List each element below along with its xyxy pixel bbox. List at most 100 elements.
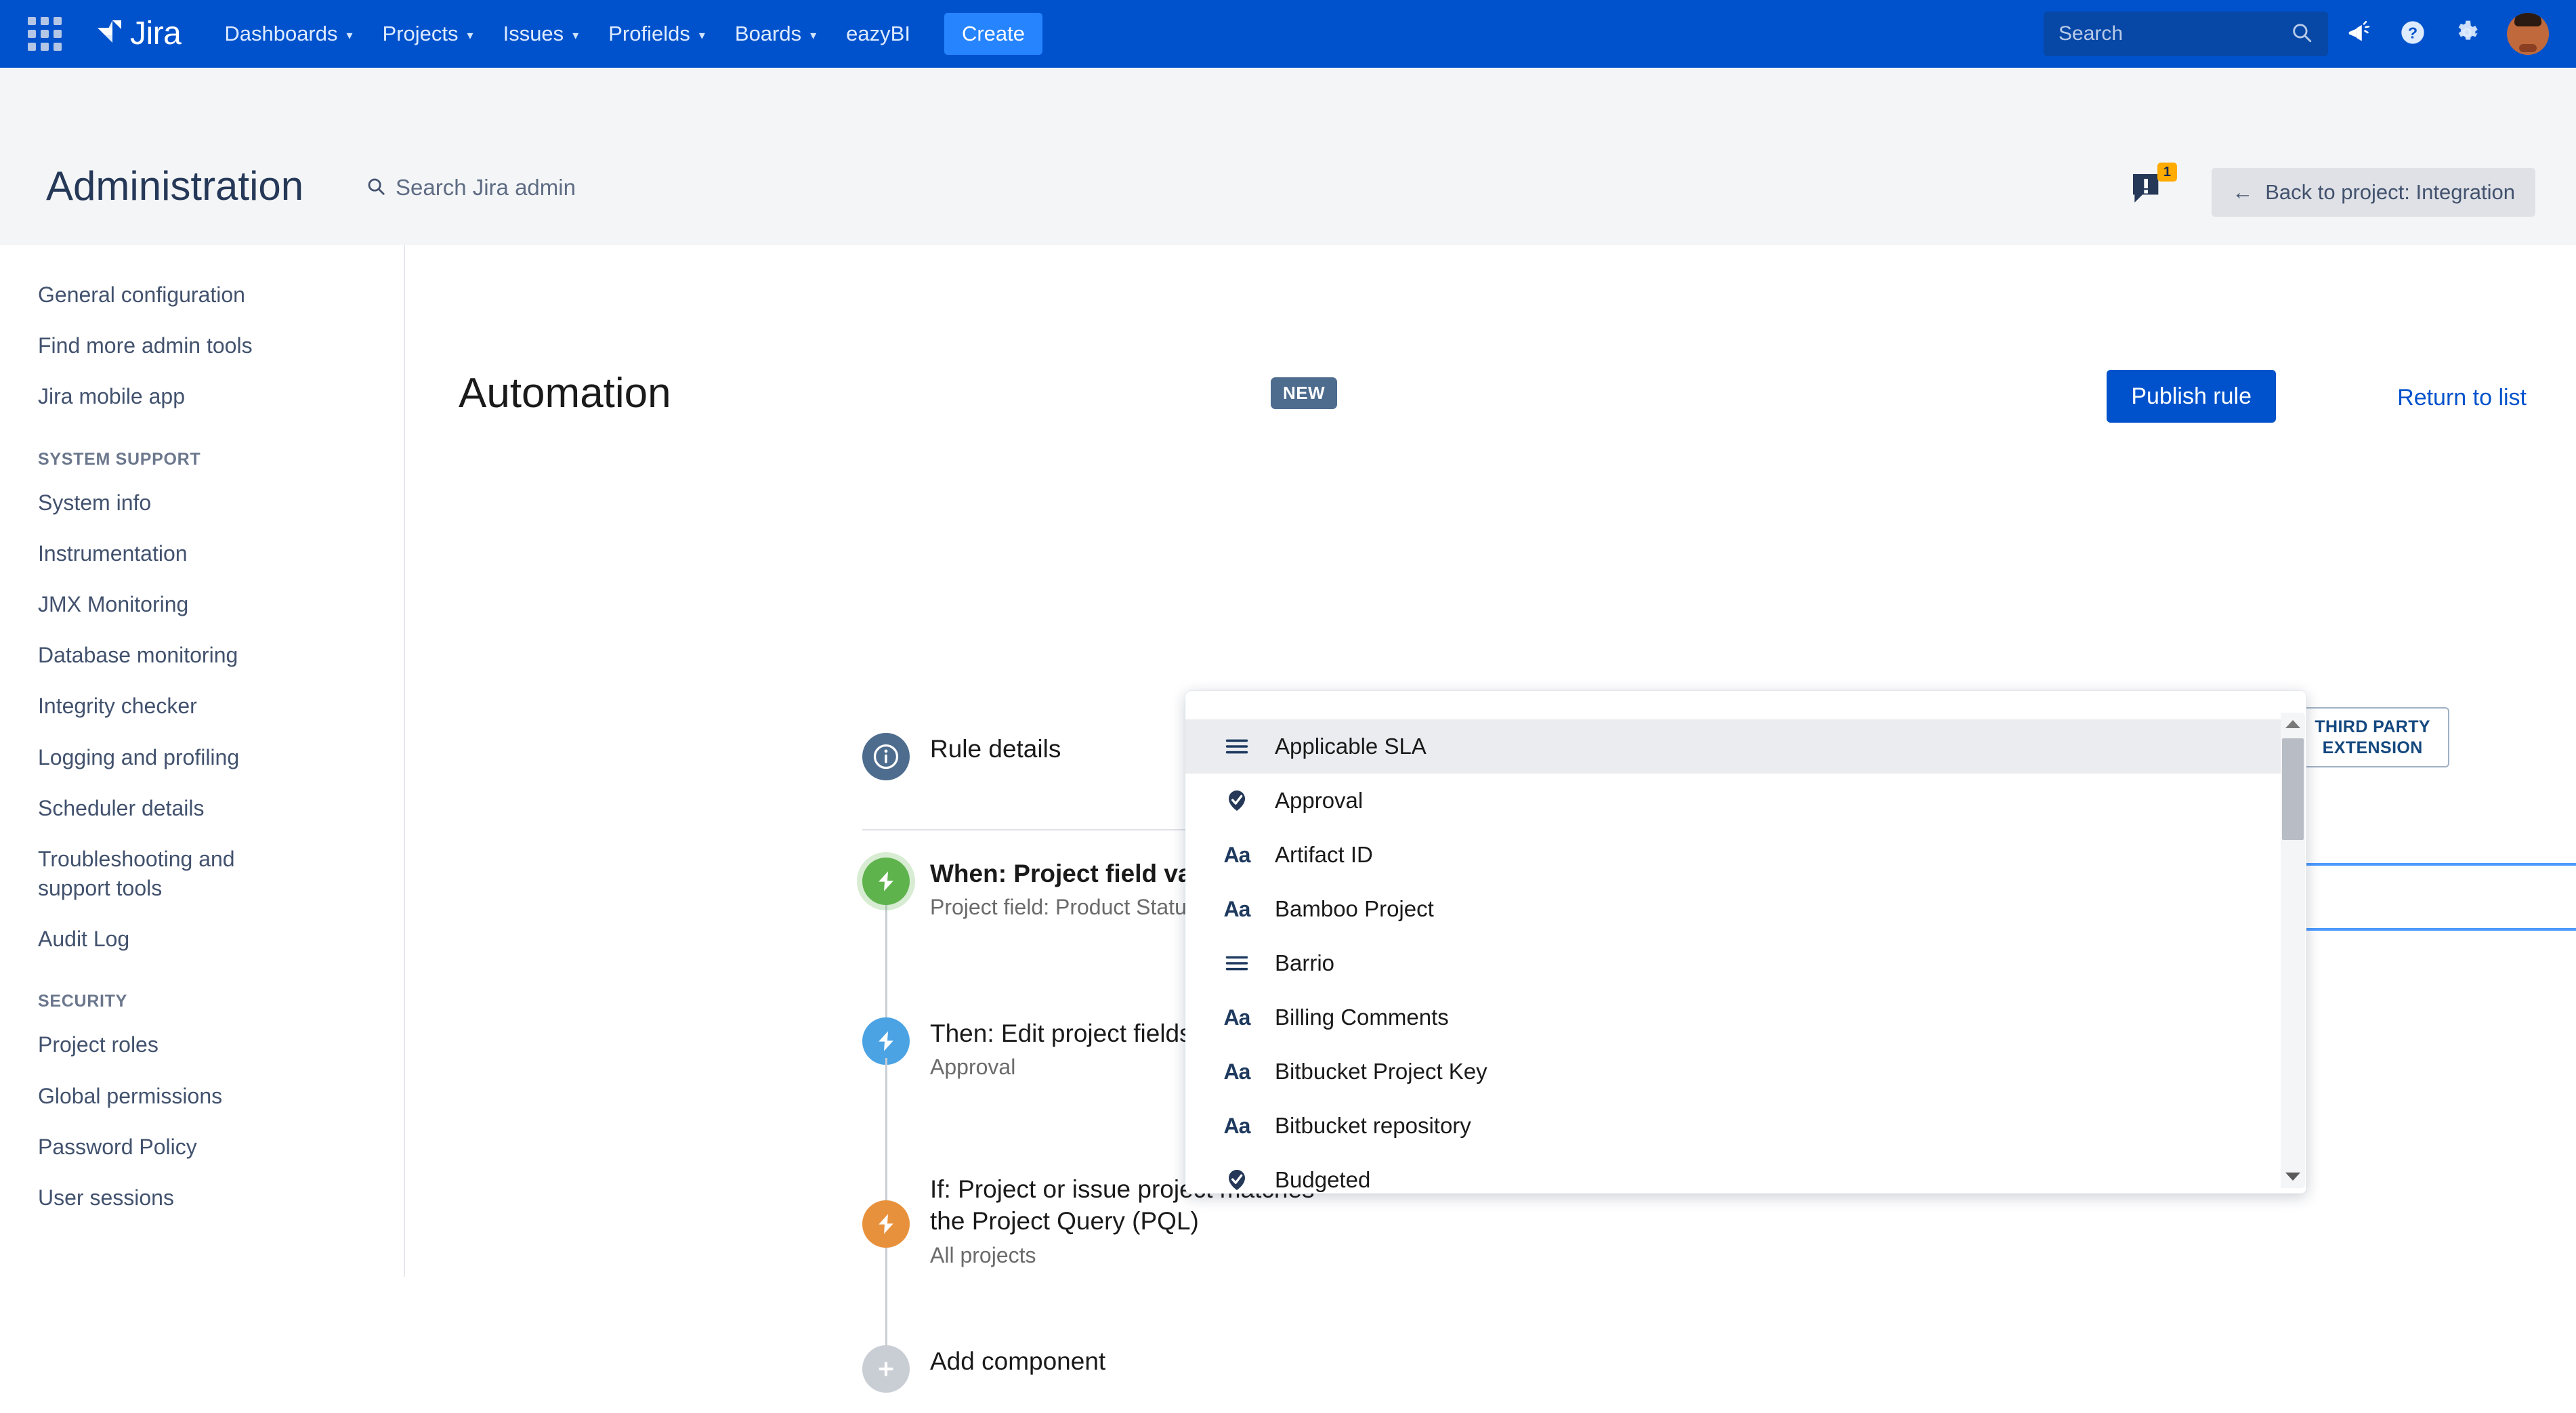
sidebar-item-system-info[interactable]: System info: [0, 478, 404, 528]
notification-count-badge: 1: [2157, 163, 2177, 182]
option-label: Budgeted: [1275, 1167, 1370, 1193]
top-navigation-bar: Jira Dashboards ▾ Projects ▾ Issues ▾ Pr…: [0, 0, 2576, 68]
scroll-up-button[interactable]: [2281, 713, 2305, 736]
sidebar-item-jira-mobile-app[interactable]: Jira mobile app: [0, 371, 404, 422]
back-to-project-button[interactable]: ← Back to project: Integration: [2212, 168, 2535, 217]
info-icon: [862, 733, 910, 780]
admin-header: Administration Search Jira admin 1 ← Bac…: [0, 68, 2576, 245]
option-label: Bitbucket repository: [1275, 1113, 1471, 1139]
text-field-icon: Aa: [1222, 1114, 1252, 1139]
sidebar-item-database-monitoring[interactable]: Database monitoring: [0, 630, 404, 681]
notifications-button[interactable]: 1: [2128, 169, 2166, 211]
rule-step-add-component[interactable]: Add component: [862, 1345, 1404, 1413]
help-button[interactable]: ?: [2389, 10, 2436, 58]
list-field-icon: [1222, 738, 1252, 755]
text-field-icon: Aa: [1222, 1005, 1252, 1030]
nav-item-eazybi[interactable]: eazyBI: [831, 12, 925, 56]
text-field-icon: Aa: [1222, 843, 1252, 868]
sidebar-item-audit-log[interactable]: Audit Log: [0, 914, 404, 965]
feedback-icon: [2128, 198, 2166, 210]
page-title: Administration: [46, 166, 303, 207]
scroll-down-button[interactable]: [2281, 1165, 2305, 1188]
dropdown-option-budgeted[interactable]: Budgeted: [1185, 1153, 2281, 1194]
trigger-icon: [862, 858, 910, 905]
sidebar-item-integrity-checker[interactable]: Integrity checker: [0, 681, 404, 732]
help-icon: ?: [2399, 19, 2426, 49]
scrollbar-thumb[interactable]: [2282, 738, 2304, 840]
settings-button[interactable]: [2443, 10, 2491, 58]
nav-item-profields[interactable]: Profields ▾: [593, 12, 720, 56]
admin-search-link[interactable]: Search Jira admin: [366, 175, 576, 201]
search-placeholder: Search: [2058, 22, 2290, 45]
sidebar-item-scheduler-details[interactable]: Scheduler details: [0, 783, 404, 834]
nav-item-boards[interactable]: Boards ▾: [720, 12, 831, 56]
option-label: Artifact ID: [1275, 842, 1373, 868]
chevron-down-icon: ▾: [347, 28, 353, 43]
arrow-left-icon: ←: [2232, 180, 2253, 205]
dropdown-option-billing-comments[interactable]: Aa Billing Comments: [1185, 990, 2281, 1045]
checkbox-field-icon: [1222, 788, 1252, 813]
chevron-down-icon: ▾: [467, 28, 473, 43]
option-label: Bamboo Project: [1275, 896, 1434, 922]
option-label: Bitbucket Project Key: [1275, 1059, 1487, 1084]
announcements-button[interactable]: [2335, 10, 2382, 58]
sidebar-item-logging-and-profiling[interactable]: Logging and profiling: [0, 732, 404, 783]
step-subtitle: All projects: [930, 1242, 1404, 1270]
dropdown-option-bitbucket-repository[interactable]: Aa Bitbucket repository: [1185, 1099, 2281, 1153]
jira-logo[interactable]: Jira: [92, 18, 181, 50]
create-button[interactable]: Create: [944, 13, 1042, 55]
dropdown-option-barrio[interactable]: Barrio: [1185, 936, 2281, 990]
publish-rule-button[interactable]: Publish rule: [2107, 370, 2276, 423]
badge-line-1: THIRD PARTY: [2315, 717, 2430, 738]
badge-line-2: EXTENSION: [2315, 738, 2430, 759]
app-switcher-icon[interactable]: [26, 15, 64, 53]
chevron-down-icon: ▾: [810, 28, 816, 43]
search-icon: [366, 176, 386, 200]
dropdown-option-approval[interactable]: Approval: [1185, 774, 2281, 828]
nav-label: Boards: [735, 22, 801, 46]
svg-text:?: ?: [2408, 24, 2417, 41]
admin-search-label: Search Jira admin: [396, 175, 576, 201]
sidebar-item-general-configuration[interactable]: General configuration: [0, 270, 404, 320]
option-label: Applicable SLA: [1275, 734, 1427, 759]
option-label: Barrio: [1275, 950, 1334, 976]
sidebar-item-jmx-monitoring[interactable]: JMX Monitoring: [0, 579, 404, 630]
fields-dropdown-menu: Applicable SLA Approval Aa Artifact ID A…: [1185, 691, 2306, 1194]
search-icon: [2290, 21, 2313, 47]
top-nav-right-group: Search ?: [2044, 10, 2576, 58]
sidebar-item-find-more-admin-tools[interactable]: Find more admin tools: [0, 320, 404, 371]
step-title: Add component: [930, 1345, 1404, 1377]
nav-item-issues[interactable]: Issues ▾: [488, 12, 594, 56]
text-field-icon: Aa: [1222, 1059, 1252, 1084]
user-avatar[interactable]: [2507, 13, 2549, 55]
new-badge: NEW: [1271, 377, 1337, 409]
nav-item-projects[interactable]: Projects ▾: [368, 12, 488, 56]
nav-item-dashboards[interactable]: Dashboards ▾: [209, 12, 367, 56]
sidebar-item-user-sessions[interactable]: User sessions: [0, 1173, 404, 1223]
sidebar-item-project-roles[interactable]: Project roles: [0, 1019, 404, 1070]
sidebar-item-troubleshooting-and-support-tools[interactable]: Troubleshooting and support tools: [0, 834, 318, 914]
global-search-input[interactable]: Search: [2044, 12, 2328, 56]
sidebar-item-password-policy[interactable]: Password Policy: [0, 1122, 404, 1173]
jira-mark-icon: [92, 18, 123, 49]
list-field-icon: [1222, 954, 1252, 972]
sidebar-item-global-permissions[interactable]: Global permissions: [0, 1071, 404, 1122]
jira-wordmark: Jira: [130, 18, 181, 50]
chevron-down-icon: ▾: [699, 28, 705, 43]
third-party-extension-badge: THIRD PARTY EXTENSION: [2296, 707, 2449, 767]
admin-sidebar: General configuration Find more admin to…: [0, 245, 405, 1277]
plus-icon: [862, 1345, 910, 1393]
dropdown-option-list: Applicable SLA Approval Aa Artifact ID A…: [1185, 691, 2281, 1194]
nav-label: Issues: [503, 22, 564, 46]
dropdown-option-bitbucket-project-key[interactable]: Aa Bitbucket Project Key: [1185, 1045, 2281, 1099]
return-to-list-link[interactable]: Return to list: [2397, 385, 2527, 411]
gear-icon: [2453, 19, 2480, 49]
automation-title: Automation: [459, 373, 671, 415]
back-to-project-label: Back to project: Integration: [2265, 180, 2515, 205]
nav-label: Projects: [383, 22, 459, 46]
sidebar-item-instrumentation[interactable]: Instrumentation: [0, 528, 404, 579]
dropdown-option-bamboo-project[interactable]: Aa Bamboo Project: [1185, 882, 2281, 936]
dropdown-option-applicable-sla[interactable]: Applicable SLA: [1185, 719, 2281, 774]
dropdown-scrollbar[interactable]: [2281, 713, 2305, 1188]
dropdown-option-artifact-id[interactable]: Aa Artifact ID: [1185, 828, 2281, 882]
